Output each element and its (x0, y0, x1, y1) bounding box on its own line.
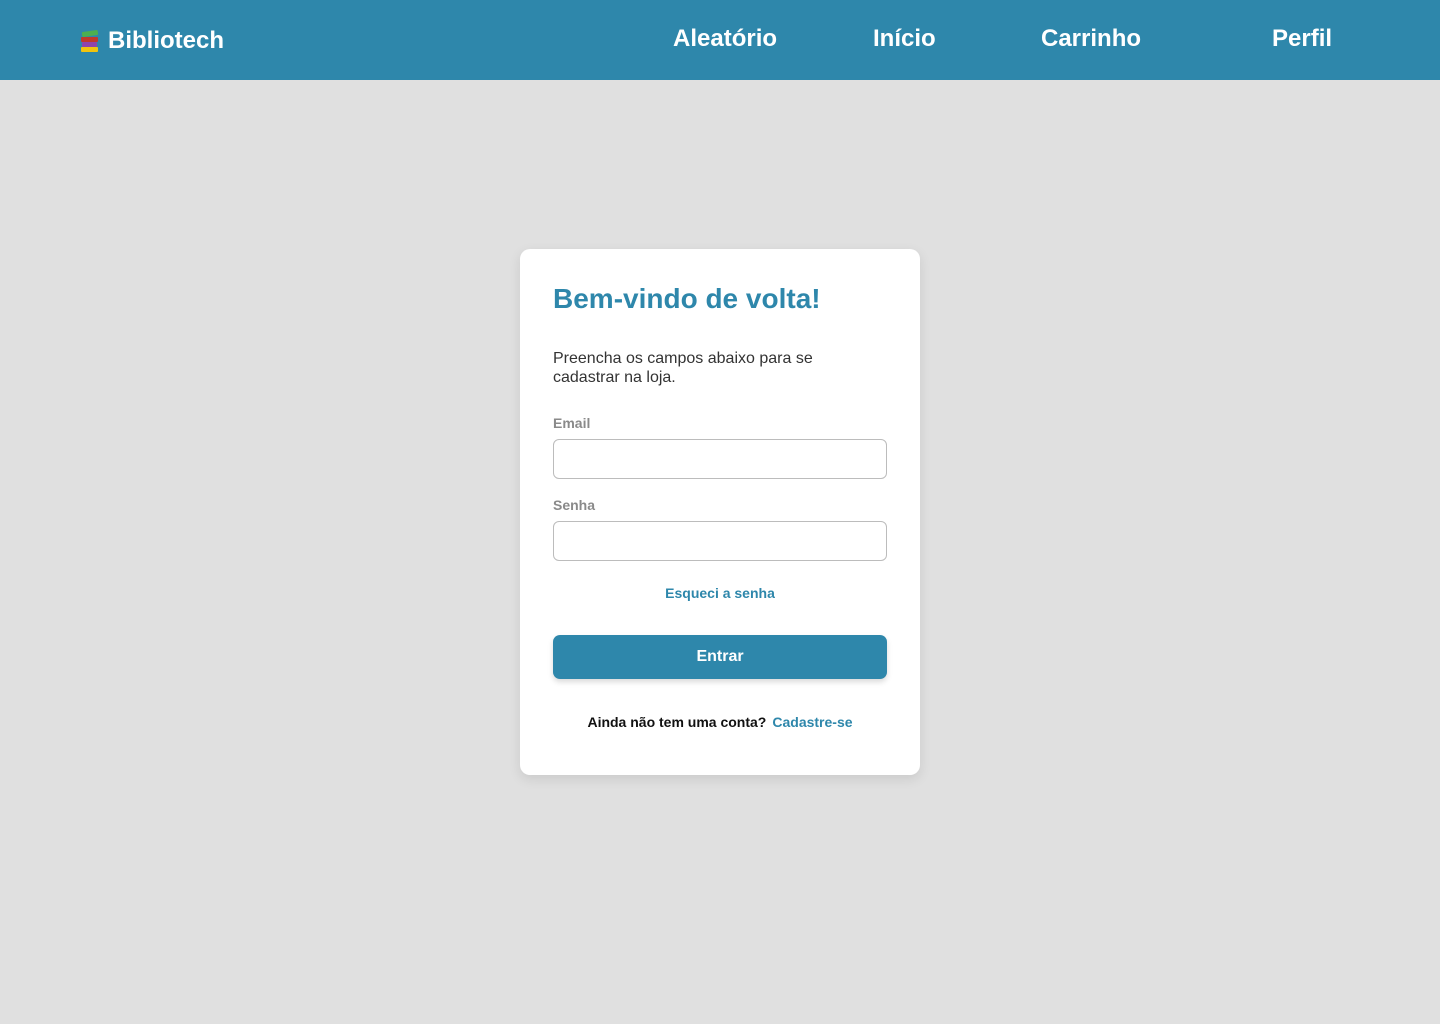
password-label: Senha (553, 497, 596, 513)
password-field[interactable] (553, 521, 887, 561)
nav-link-inicio[interactable]: Início (873, 22, 936, 56)
signup-prompt: Ainda não tem uma conta? (587, 714, 767, 730)
login-card: Bem-vindo de volta! Preencha os campos a… (520, 249, 920, 775)
books-icon (78, 29, 102, 53)
top-navbar: Bibliotech Aleatório Início Carrinho Per… (0, 0, 1440, 80)
signup-link[interactable]: Cadastre-se (772, 714, 852, 730)
nav-link-carrinho[interactable]: Carrinho (1041, 22, 1141, 56)
forgot-password-link[interactable]: Esqueci a senha (520, 584, 920, 602)
brand-name: Bibliotech (108, 27, 225, 54)
signup-row: Ainda não tem uma conta? Cadastre-se (520, 713, 920, 731)
email-field[interactable] (553, 439, 887, 479)
brand-logo-link[interactable]: Bibliotech (78, 26, 224, 56)
nav-link-perfil[interactable]: Perfil (1272, 22, 1332, 56)
email-label: Email (553, 415, 591, 431)
nav-link-aleatorio[interactable]: Aleatório (673, 22, 777, 56)
login-title: Bem-vindo de volta! (553, 283, 821, 314)
login-button[interactable]: Entrar (553, 635, 887, 679)
login-subtitle: Preencha os campos abaixo para se cadast… (553, 350, 813, 386)
